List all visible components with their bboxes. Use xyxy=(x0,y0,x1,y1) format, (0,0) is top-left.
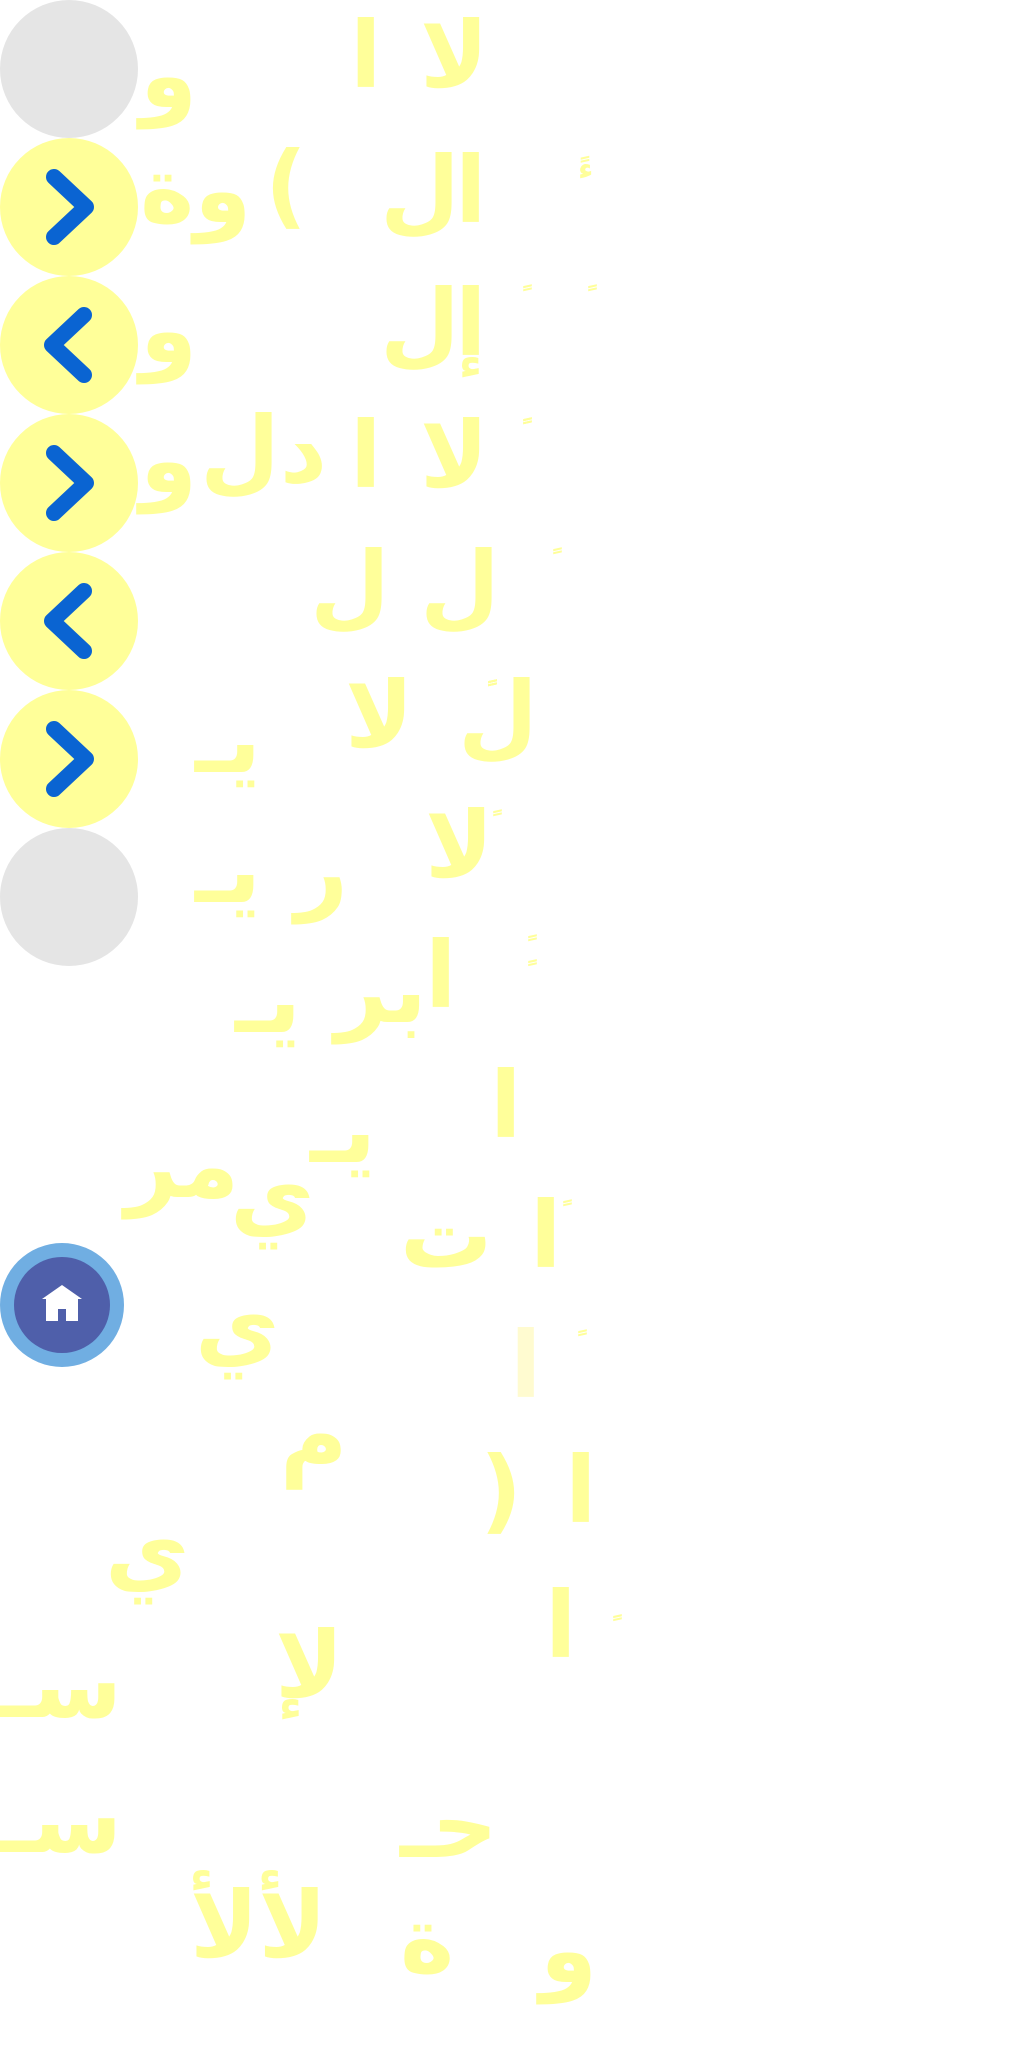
glyph: إ xyxy=(455,270,487,377)
glyph: ل xyxy=(380,137,460,244)
glyph: ) xyxy=(480,1437,523,1544)
glyph: سـ xyxy=(0,1632,122,1739)
glyph: و xyxy=(140,22,198,129)
glyph: ي xyxy=(195,1272,280,1379)
glyph: دل xyxy=(200,397,328,504)
nav-button-disabled-2 xyxy=(0,828,138,966)
chevron-right-icon xyxy=(46,445,94,521)
chevron-right-icon xyxy=(46,169,94,245)
glyph: ا xyxy=(510,1312,542,1419)
glyph: ا xyxy=(350,2,382,109)
glyph: ت xyxy=(400,1182,493,1289)
glyph: سـ xyxy=(0,1767,122,1874)
glyph: ل xyxy=(420,532,500,639)
glyph: ل xyxy=(310,532,390,639)
glyph: لألأ xyxy=(190,1872,328,1979)
glyph: يـ xyxy=(235,947,301,1054)
glyph: ا xyxy=(490,1052,522,1159)
glyph: ( xyxy=(265,132,308,239)
home-button[interactable] xyxy=(0,1243,124,1367)
glyph: ا xyxy=(530,1182,562,1289)
home-button-inner xyxy=(14,1257,110,1353)
glyph: يـ xyxy=(195,817,261,924)
glyph: لا xyxy=(425,792,494,899)
glyph: لإ xyxy=(275,1612,344,1719)
glyph: بر xyxy=(335,937,427,1044)
glyph: ي xyxy=(105,1497,190,1604)
glyph: ل xyxy=(380,270,460,377)
chevron-left-icon xyxy=(44,583,92,659)
glyph: ا xyxy=(425,922,457,1029)
glyph: و xyxy=(540,1897,598,2004)
glyph: م xyxy=(280,1382,348,1489)
glyph: ي xyxy=(230,1142,315,1249)
next-button[interactable] xyxy=(0,138,138,276)
glyph: ا xyxy=(455,137,487,244)
glyph: لا xyxy=(420,402,489,509)
glyph: ر xyxy=(295,817,348,924)
glyph: ا xyxy=(545,1572,577,1679)
previous-button[interactable] xyxy=(0,276,138,414)
next-button-2[interactable] xyxy=(0,414,138,552)
nav-button-disabled-1 xyxy=(0,0,138,138)
home-icon xyxy=(42,1285,82,1321)
glyph: يـ xyxy=(310,1077,376,1184)
glyph: وة xyxy=(140,137,252,244)
glyph: ل xyxy=(458,662,538,769)
glyph: ا xyxy=(565,1437,597,1544)
chevron-right-icon xyxy=(46,721,94,797)
glyph: ءً xyxy=(578,152,594,187)
glyph: لا xyxy=(420,2,489,109)
glyph: و xyxy=(140,277,198,384)
glyph: ا xyxy=(350,402,382,509)
glyph: مر xyxy=(125,1112,240,1219)
glyph: حـ xyxy=(400,1772,498,1879)
glyph: لا xyxy=(345,662,414,769)
glyph: يـ xyxy=(195,687,261,794)
glyph: و xyxy=(140,407,198,514)
previous-button-2[interactable] xyxy=(0,552,138,690)
next-button-3[interactable] xyxy=(0,690,138,828)
glyph: ة xyxy=(400,1887,455,1994)
chevron-left-icon xyxy=(44,307,92,383)
